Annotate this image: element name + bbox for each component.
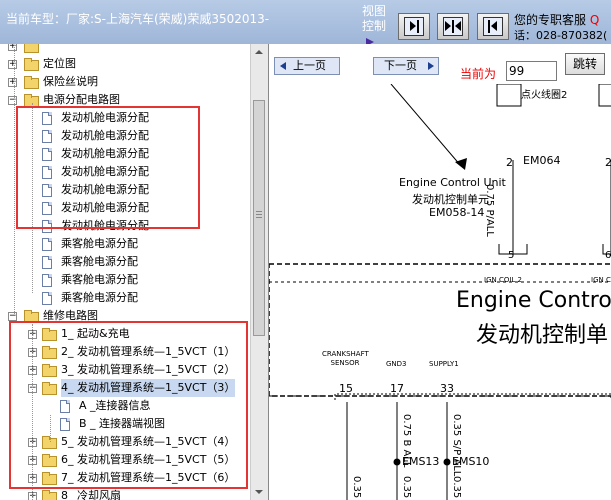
connector-ref: EM064 <box>523 154 561 167</box>
tree-folder-item[interactable]: + <box>0 44 245 55</box>
view-fit-right-button[interactable] <box>398 13 430 40</box>
circuit-tree-panel: + + 定位图 + 保险丝说明 − 电源分配电路图 发动机舱电源分配 发动机舱电源分配 发动机舱电… <box>0 44 269 500</box>
tree-document-item[interactable]: 乘客舱电源分配 <box>0 271 245 289</box>
tree-item-label: 乘客舱电源分配 <box>61 255 138 268</box>
expand-icon[interactable]: + <box>8 60 17 69</box>
current-page-label: 当前为 <box>460 67 497 81</box>
document-icon <box>42 256 52 269</box>
splice-label: EMS10 <box>452 455 490 468</box>
tree-item-label: 保险丝说明 <box>43 75 98 88</box>
tree-folder-item[interactable]: + 定位图 <box>0 55 245 73</box>
tree-item-label: 乘客舱电源分配 <box>61 291 138 304</box>
ecu-label-cn: 发动机控制单元 <box>412 193 489 206</box>
phone-label: 话：028-870382( <box>514 29 608 42</box>
page-number-input[interactable] <box>506 61 557 81</box>
fit-both-icon <box>443 17 463 36</box>
tree-folder-item[interactable]: + 保险丝说明 <box>0 73 245 91</box>
wire-spec: 0.35 <box>351 476 362 499</box>
current-vehicle-label: 当前车型：厂家:S-上海汽车(荣威)荣威3502013- <box>6 12 270 26</box>
collapse-icon[interactable]: − <box>8 96 17 105</box>
wire-spec: 0.75 P/ALL <box>484 184 495 237</box>
qq-link[interactable]: Q <box>590 13 599 27</box>
tree-scrollbar[interactable] <box>250 44 268 500</box>
wiring-diagram: 点火线圈2 2 EM064 2 Engine Control Unit 发动机控… <box>269 84 611 500</box>
prev-page-label: 上一页 <box>293 59 326 72</box>
pin-number: 2 <box>605 156 611 169</box>
pin-number: 17 <box>390 382 404 395</box>
fit-left-icon <box>483 17 503 36</box>
prev-arrow-icon <box>280 62 286 70</box>
document-icon <box>42 238 52 251</box>
customer-service-label: 您的专职客服 <box>514 13 587 27</box>
highlight-box-power-distribution <box>16 106 200 229</box>
expand-icon[interactable]: + <box>8 44 17 51</box>
ignition-coil-ref: 点火线圈2 <box>521 90 568 101</box>
page-navigation-bar: 上一页 下一页 当前为 跳转 <box>269 44 611 84</box>
goto-page-button[interactable]: 跳转 <box>565 53 605 75</box>
signal-label: CRANKSHAFT SENSOR <box>322 350 369 367</box>
pin-number: 33 <box>440 382 454 395</box>
tree-scroll-thumb[interactable] <box>253 100 265 336</box>
tree-connector-line <box>14 44 15 314</box>
next-page-button[interactable]: 下一页 <box>373 57 439 75</box>
ecu-box-title-en: Engine Contro <box>456 288 611 313</box>
tree-document-item[interactable]: 乘客舱电源分配 <box>0 253 245 271</box>
pin-number: 6 <box>605 250 611 261</box>
tree-document-item[interactable]: 乘客舱电源分配 <box>0 289 245 307</box>
diagram-viewer: 上一页 下一页 当前为 跳转 <box>269 44 611 500</box>
pin-number: 5 <box>508 250 515 261</box>
pin-number: 15 <box>339 382 353 395</box>
folder-icon <box>24 44 39 53</box>
ecu-box-title-cn: 发动机控制单 <box>476 323 609 348</box>
tree-item-label: 定位图 <box>43 57 76 70</box>
customer-service-info: 您的专职客服 Q 话：028-870382( <box>514 13 607 43</box>
pin-number: 2 <box>506 156 513 169</box>
folder-icon <box>42 490 57 500</box>
folder-icon <box>24 76 39 89</box>
next-arrow-icon <box>428 62 434 70</box>
wire-spec: 0.35 <box>451 476 462 499</box>
view-fit-both-button[interactable] <box>437 13 469 40</box>
signal-label: IGN COIL 2 <box>484 276 522 284</box>
document-icon <box>42 274 52 287</box>
view-control-label: 视图控制 <box>362 4 387 33</box>
folder-icon <box>24 58 39 71</box>
tree-document-item[interactable]: 乘客舱电源分配 <box>0 235 245 253</box>
wire-spec: 0.35 <box>401 476 412 499</box>
view-fit-left-button[interactable] <box>477 13 509 40</box>
splice-label: EMS13 <box>402 455 440 468</box>
tree-item-label: 乘客舱电源分配 <box>61 237 138 250</box>
signal-label: IGN C <box>591 276 611 284</box>
expand-icon[interactable]: + <box>8 78 17 87</box>
next-page-label: 下一页 <box>384 59 417 72</box>
signal-label: GND3 <box>386 360 407 368</box>
fit-right-icon <box>404 17 424 36</box>
top-toolbar: 当前车型：厂家:S-上海汽车(荣威)荣威3502013- 视图控制 您的专职客服… <box>0 0 611 46</box>
highlight-box-engine-management <box>9 321 248 489</box>
tree-item-label: 乘客舱电源分配 <box>61 273 138 286</box>
collapse-icon[interactable]: − <box>8 312 17 321</box>
prev-page-button[interactable]: 上一页 <box>274 57 340 75</box>
scroll-up-icon[interactable] <box>253 46 265 58</box>
signal-label: SUPPLY1 <box>429 360 459 368</box>
ecu-code: EM058-14 <box>429 206 485 219</box>
document-icon <box>42 292 52 305</box>
scroll-down-icon[interactable] <box>253 486 265 498</box>
